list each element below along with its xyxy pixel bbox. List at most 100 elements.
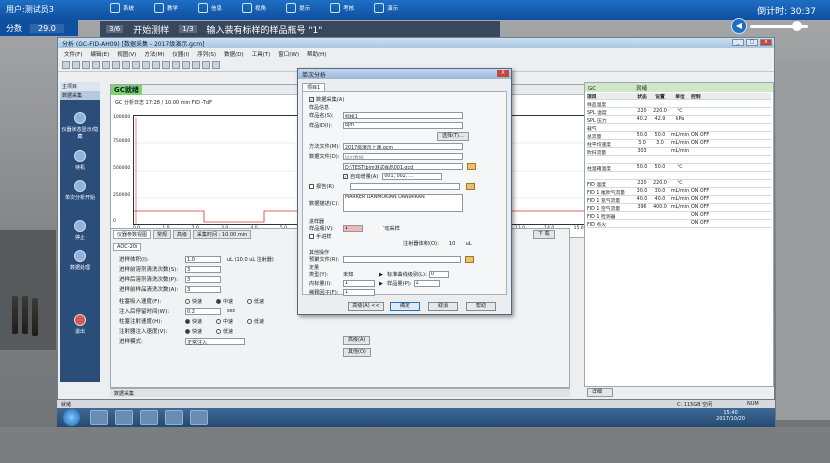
start-icon[interactable] bbox=[192, 61, 200, 69]
play-icon[interactable]: ▶ bbox=[379, 272, 383, 278]
data-desc-textarea[interactable]: MARKER DANMOKIAN DANIAIKAN bbox=[343, 194, 463, 212]
monitor-icon[interactable] bbox=[212, 61, 220, 69]
suction-fast-radio[interactable]: 快速 bbox=[185, 298, 202, 305]
suction-slow-radio[interactable]: 低速 bbox=[247, 298, 264, 305]
menu-window[interactable]: 窗口(W) bbox=[278, 50, 299, 58]
sidebar-item-standby[interactable]: 待机 bbox=[60, 150, 100, 171]
minimize-button[interactable]: _ bbox=[732, 39, 744, 46]
app-icon[interactable] bbox=[115, 410, 133, 425]
data-collect-checkbox[interactable]: ✓ 数据采集(A) bbox=[309, 96, 344, 103]
type-value[interactable]: 未知 bbox=[343, 271, 379, 278]
syringe-fast-radio[interactable]: 快速 bbox=[185, 328, 202, 335]
copy-icon[interactable] bbox=[112, 61, 120, 69]
auto-increment-select[interactable]: 001, 002, ... bbox=[382, 173, 443, 180]
inject-fast-radio[interactable]: 快速 bbox=[185, 318, 202, 325]
hud-nav-info[interactable]: 信息 bbox=[198, 3, 222, 13]
on-off-toggle[interactable]: ON OFF bbox=[691, 205, 771, 211]
download-button[interactable]: 下 载 bbox=[533, 230, 555, 239]
chart-icon[interactable] bbox=[172, 61, 180, 69]
volume-slider-handle[interactable] bbox=[792, 21, 802, 31]
vial-input[interactable]: 1 bbox=[343, 225, 363, 232]
layout-icon[interactable] bbox=[162, 61, 170, 69]
help-button[interactable]: 帮助 bbox=[466, 302, 496, 311]
new-icon[interactable] bbox=[62, 61, 70, 69]
select-button[interactable]: 选择(T)... bbox=[437, 132, 469, 141]
hud-nav-hint[interactable]: 提示 bbox=[286, 3, 310, 13]
cut-icon[interactable] bbox=[102, 61, 110, 69]
on-off-toggle[interactable]: ON OFF bbox=[691, 189, 771, 195]
tab-aoc20i[interactable]: AOC-20i bbox=[113, 243, 142, 251]
explorer-icon[interactable] bbox=[90, 410, 108, 425]
ok-button[interactable]: 确定 bbox=[390, 302, 420, 311]
other-button[interactable]: 其他(O) bbox=[343, 348, 371, 357]
advanced-button[interactable]: 高级(A) bbox=[343, 336, 371, 345]
method-file-input[interactable]: 2017级演示上课.gcm bbox=[343, 143, 463, 150]
on-off-toggle[interactable]: ON OFF bbox=[691, 213, 771, 219]
preprocess-input[interactable] bbox=[343, 256, 461, 263]
gc-app-icon[interactable] bbox=[165, 410, 183, 425]
pre-solvent-wash-input[interactable]: 3 bbox=[185, 265, 221, 273]
dwell-time-input[interactable]: 0.2 bbox=[185, 307, 221, 315]
save-icon[interactable] bbox=[82, 61, 90, 69]
data-file-input[interactable]: bjm数据 bbox=[343, 153, 463, 160]
grid-icon[interactable] bbox=[152, 61, 160, 69]
pre-sample-wash-input[interactable]: 3 bbox=[185, 285, 221, 293]
tool-app-icon[interactable] bbox=[190, 410, 208, 425]
inner-std-input[interactable]: 1 bbox=[343, 280, 375, 287]
sample-id-input[interactable]: bjm bbox=[343, 122, 463, 129]
start-icon[interactable] bbox=[63, 409, 80, 426]
cancel-button[interactable]: 取消 bbox=[428, 302, 458, 311]
inject-medium-radio[interactable]: 中速 bbox=[216, 318, 233, 325]
data-path-input[interactable]: D:\TEST\bjm测试样品001.gcd bbox=[343, 163, 463, 170]
menu-method[interactable]: 方法(M) bbox=[144, 50, 164, 58]
manual-inject-checkbox[interactable]: 手进样 bbox=[309, 233, 332, 240]
report-input[interactable] bbox=[350, 183, 460, 190]
hud-nav-view[interactable]: 视角 bbox=[242, 3, 266, 13]
sidebar-item-exit[interactable]: 退出 bbox=[60, 314, 100, 335]
dialog-close-button[interactable]: X bbox=[497, 70, 509, 77]
help-icon[interactable] bbox=[182, 61, 190, 69]
undo-icon[interactable] bbox=[132, 61, 140, 69]
chart-app-icon[interactable] bbox=[140, 410, 158, 425]
menu-sequence[interactable]: 序列(S) bbox=[197, 50, 216, 58]
on-off-toggle[interactable]: ON OFF bbox=[691, 141, 771, 147]
syringe-slow-radio[interactable]: 低速 bbox=[216, 328, 233, 335]
zoom-icon[interactable] bbox=[142, 61, 150, 69]
on-off-toggle[interactable]: ON OFF bbox=[691, 197, 771, 203]
folder-icon[interactable] bbox=[466, 183, 475, 190]
menu-help[interactable]: 帮助(H) bbox=[307, 50, 326, 58]
inject-slow-radio[interactable]: 低速 bbox=[247, 318, 264, 325]
folder-icon[interactable] bbox=[465, 256, 474, 263]
on-off-toggle[interactable]: ON OFF bbox=[691, 133, 771, 139]
paste-icon[interactable] bbox=[122, 61, 130, 69]
std-level-input[interactable]: 0 bbox=[428, 271, 449, 278]
menu-data[interactable]: 数据(D) bbox=[224, 50, 244, 58]
close-button[interactable]: x bbox=[760, 39, 772, 46]
post-solvent-wash-input[interactable]: 3 bbox=[185, 275, 221, 283]
suction-medium-radio[interactable]: 中速 bbox=[216, 298, 233, 305]
detail-button[interactable]: 详细 bbox=[587, 388, 613, 397]
hud-nav-demo[interactable]: 演示 bbox=[374, 3, 398, 13]
print-icon[interactable] bbox=[92, 61, 100, 69]
stop-icon[interactable] bbox=[202, 61, 210, 69]
open-icon[interactable] bbox=[72, 61, 80, 69]
menu-edit[interactable]: 编辑(E) bbox=[90, 50, 109, 58]
menu-tools[interactable]: 工具(T) bbox=[252, 50, 271, 58]
sample-name-input[interactable]: 标样1 bbox=[343, 112, 463, 119]
menu-file[interactable]: 文件(F) bbox=[64, 50, 82, 58]
hud-nav-exam[interactable]: 考核 bbox=[330, 3, 354, 13]
dialog-advanced-button[interactable]: 高级(A) << bbox=[348, 302, 384, 311]
sample-amount-input[interactable]: 1 bbox=[413, 280, 440, 287]
maximize-button[interactable]: □ bbox=[746, 39, 758, 46]
menu-view[interactable]: 视图(V) bbox=[117, 50, 136, 58]
play-icon[interactable]: ▶ bbox=[379, 281, 383, 287]
sidebar-item-single-run[interactable]: 单次分析开始 bbox=[60, 180, 100, 201]
inject-mode-select[interactable]: 正常注入 bbox=[185, 337, 245, 346]
sidebar-item-stop[interactable]: 停止 bbox=[60, 220, 100, 241]
bottom-tab[interactable]: 数据采集 bbox=[110, 388, 570, 397]
dilution-input[interactable]: 1 bbox=[343, 289, 375, 296]
menu-instrument[interactable]: 仪器(I) bbox=[172, 50, 189, 58]
folder-icon[interactable] bbox=[467, 163, 476, 170]
sidebar-item-status-toggle[interactable]: 仪器状态显示/隐藏 bbox=[60, 112, 100, 140]
hud-nav-teach[interactable]: 教学 bbox=[154, 3, 178, 13]
